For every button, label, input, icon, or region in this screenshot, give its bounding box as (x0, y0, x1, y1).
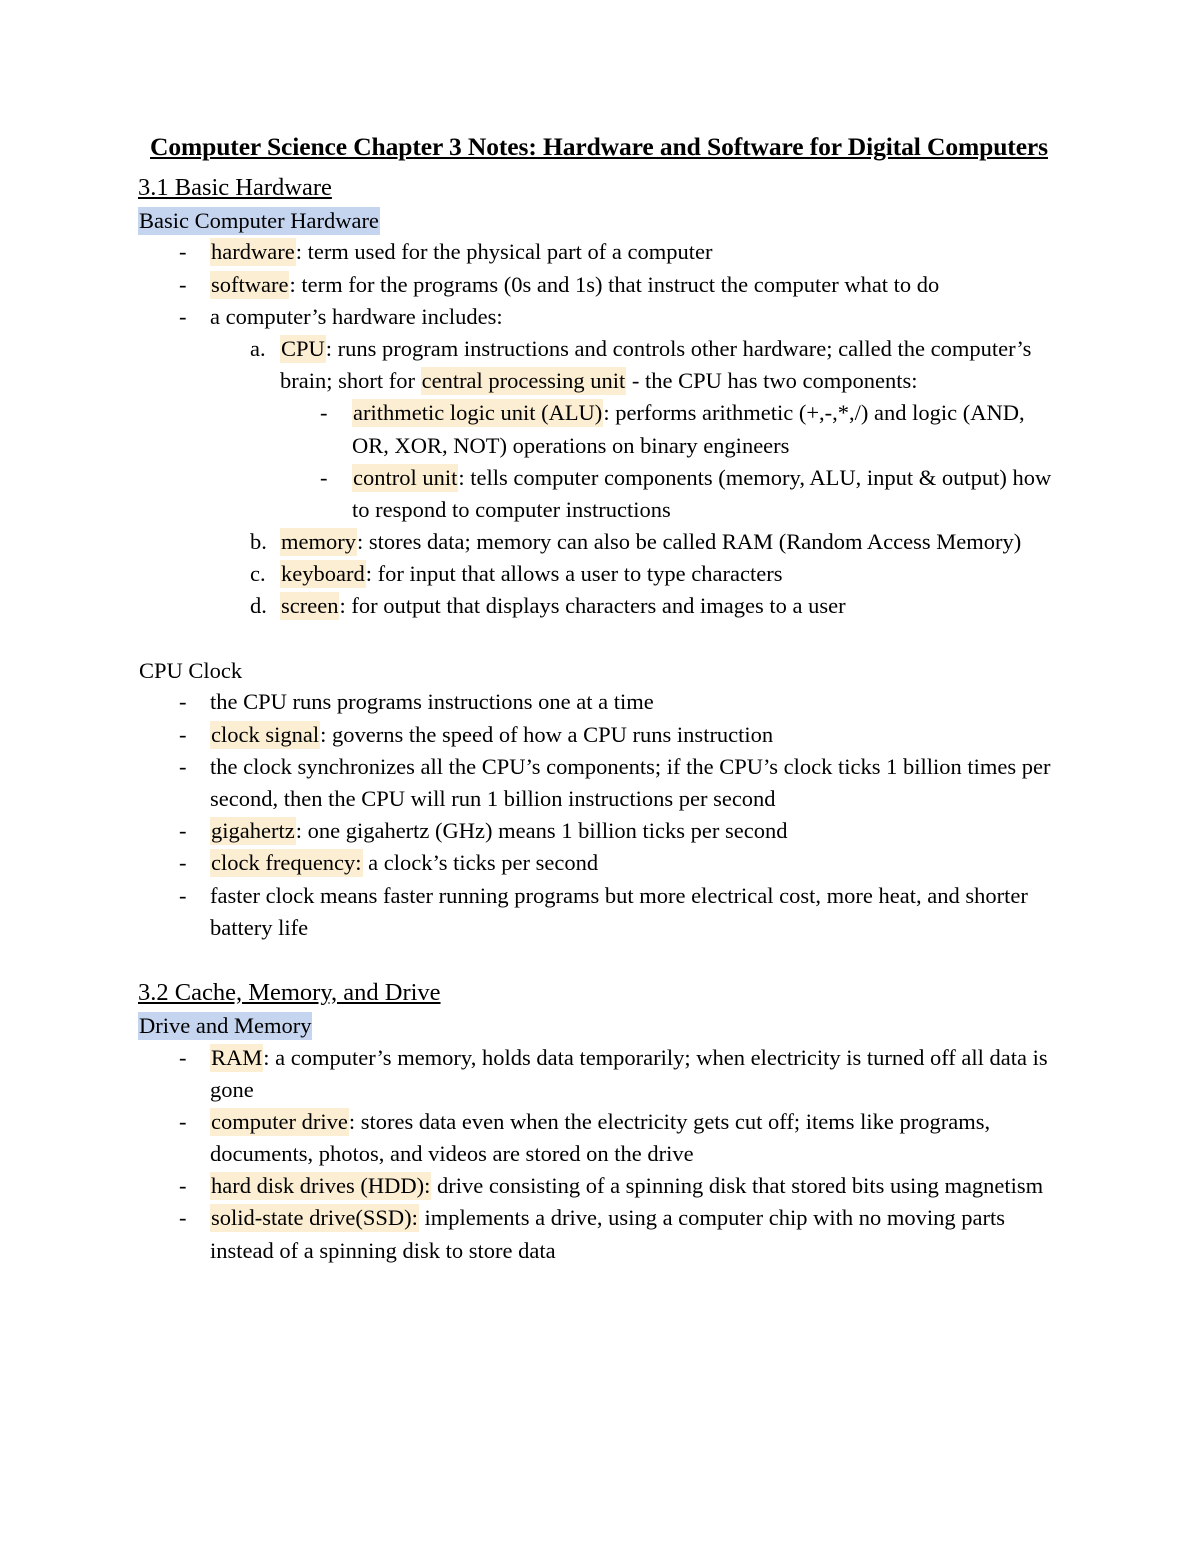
bullet-list-level-1: - hardware: term used for the physical p… (138, 236, 1060, 622)
dash-bullet-icon: - (179, 818, 187, 844)
subheading: Drive and Memory (138, 1010, 1060, 1042)
term-highlight: keyboard (280, 560, 366, 589)
dash-bullet-icon: - (179, 753, 187, 779)
subheading-text: Drive and Memory (138, 1011, 313, 1040)
list-item: - computer drive: stores data even when … (138, 1106, 1060, 1170)
term-definition: drive consisting of a spinning disk that… (431, 1173, 1044, 1199)
list-item: b. memory: stores data; memory can also … (210, 526, 1060, 558)
subheading-text: CPU Clock (139, 657, 243, 683)
dash-bullet-icon: - (179, 850, 187, 876)
list-item: - RAM: a computer’s memory, holds data t… (138, 1042, 1060, 1106)
term-definition: : for input that allows a user to type c… (365, 561, 783, 587)
list-item: - the clock synchronizes all the CPU’s c… (138, 751, 1060, 815)
dash-bullet-icon: - (179, 271, 187, 297)
dash-bullet-icon: - (179, 1044, 187, 1070)
dash-bullet-icon: - (320, 400, 328, 426)
group-drive-and-memory: Drive and Memory - RAM: a computer’s mem… (138, 1010, 1060, 1267)
list-item: - faster clock means faster running prog… (138, 880, 1060, 944)
list-item: - the CPU runs programs instructions one… (138, 686, 1060, 718)
group-basic-computer-hardware: Basic Computer Hardware - hardware: term… (138, 205, 1060, 623)
term-highlight: clock signal (210, 720, 321, 749)
term-highlight: clock frequency: (210, 849, 363, 878)
subheading: CPU Clock (138, 655, 1060, 687)
term-highlight: CPU (280, 335, 326, 363)
document-page: Computer Science Chapter 3 Notes: Hardwa… (0, 0, 1200, 1553)
list-marker-b: b. (250, 529, 267, 555)
term-definition: the CPU runs programs instructions one a… (210, 689, 654, 715)
list-item: c. keyboard: for input that allows a use… (210, 558, 1060, 590)
bullet-list-level-1: - RAM: a computer’s memory, holds data t… (138, 1042, 1060, 1267)
ordered-list-level-2: a. CPU: runs program instructions and co… (210, 333, 1060, 623)
dash-bullet-icon: - (179, 689, 187, 715)
term-definition: : governs the speed of how a CPU runs in… (320, 721, 774, 747)
term-definition: a clock’s ticks per second (362, 850, 599, 876)
term-highlight: arithmetic logic unit (ALU) (352, 399, 604, 428)
term-definition: the clock synchronizes all the CPU’s com… (210, 753, 1051, 811)
term-definition: : term used for the physical part of a c… (295, 239, 713, 265)
section-heading-text: 3.1 Basic Hardware (138, 173, 332, 201)
list-item: - hard disk drives (HDD): drive consisti… (138, 1170, 1060, 1202)
list-marker-d: d. (250, 593, 267, 619)
term-definition-cont: - the CPU has two components: (626, 368, 918, 394)
term-highlight: computer drive (210, 1107, 349, 1136)
list-item: - arithmetic logic unit (ALU): performs … (280, 397, 1060, 461)
term-highlight-secondary: central processing unit (420, 367, 627, 396)
term-highlight: screen (280, 592, 340, 621)
dash-bullet-icon: - (179, 721, 187, 747)
bullet-list-level-3: - arithmetic logic unit (ALU): performs … (280, 397, 1060, 526)
list-item: d. screen: for output that displays char… (210, 590, 1060, 622)
term-definition: : stores data; memory can also be called… (356, 529, 1022, 555)
dash-bullet-icon: - (320, 464, 328, 490)
term-definition: : for output that displays characters an… (339, 593, 846, 619)
list-item: - software: term for the programs (0s an… (138, 269, 1060, 301)
list-item: - gigahertz: one gigahertz (GHz) means 1… (138, 815, 1060, 847)
list-item: a. CPU: runs program instructions and co… (210, 333, 1060, 526)
list-item: - clock signal: governs the speed of how… (138, 719, 1060, 751)
term-highlight: solid-state drive(SSD): (210, 1204, 419, 1233)
list-item: - control unit: tells computer component… (280, 462, 1060, 526)
dash-bullet-icon: - (179, 1205, 187, 1231)
subheading: Basic Computer Hardware (138, 205, 1060, 237)
term-definition: : one gigahertz (GHz) means 1 billion ti… (295, 818, 788, 844)
term-highlight: hardware (210, 238, 296, 267)
list-marker-c: c. (250, 561, 266, 587)
term-highlight: hard disk drives (HDD): (210, 1172, 432, 1201)
term-definition: : term for the programs (0s and 1s) that… (289, 271, 940, 297)
term-highlight: RAM (210, 1043, 264, 1072)
bullet-list-level-1: - the CPU runs programs instructions one… (138, 686, 1060, 943)
term-definition: a computer’s hardware includes: (210, 303, 503, 329)
section-heading: 3.2 Cache, Memory, and Drive (138, 976, 1060, 1010)
dash-bullet-icon: - (179, 1108, 187, 1134)
term-highlight: gigahertz (210, 817, 296, 846)
section-3-1: 3.1 Basic Hardware Basic Computer Hardwa… (138, 171, 1060, 944)
group-cpu-clock: CPU Clock - the CPU runs programs instru… (138, 655, 1060, 944)
term-definition: : a computer’s memory, holds data tempor… (210, 1044, 1048, 1102)
subheading-text: Basic Computer Hardware (138, 206, 380, 235)
dash-bullet-icon: - (179, 303, 187, 329)
list-marker-a: a. (250, 336, 266, 361)
term-highlight: software (210, 270, 290, 299)
dash-bullet-icon: - (179, 1173, 187, 1199)
term-highlight: control unit (352, 463, 459, 492)
page-title: Computer Science Chapter 3 Notes: Hardwa… (150, 132, 1048, 161)
list-item: - hardware: term used for the physical p… (138, 236, 1060, 268)
section-3-2: 3.2 Cache, Memory, and Drive Drive and M… (138, 976, 1060, 1267)
dash-bullet-icon: - (179, 239, 187, 265)
term-highlight: memory (280, 528, 357, 557)
section-heading: 3.1 Basic Hardware (138, 171, 1060, 205)
list-item: - clock frequency: a clock’s ticks per s… (138, 847, 1060, 879)
dash-bullet-icon: - (179, 882, 187, 908)
term-definition: faster clock means faster running progra… (210, 882, 1028, 940)
list-item: - a computer’s hardware includes: a. CPU… (138, 301, 1060, 623)
section-heading-text: 3.2 Cache, Memory, and Drive (138, 978, 441, 1006)
list-item: - solid-state drive(SSD): implements a d… (138, 1202, 1060, 1266)
